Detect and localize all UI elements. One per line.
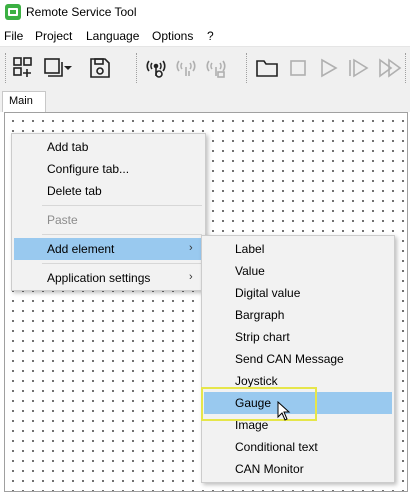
- submenu-item-can-monitor[interactable]: CAN Monitor: [204, 458, 392, 480]
- submenu-item-text: Digital value: [235, 286, 301, 300]
- signal-icon: [172, 55, 200, 81]
- menu-language[interactable]: Language: [86, 29, 139, 43]
- menu-item-application-settings[interactable]: Application settings ›: [14, 267, 203, 289]
- window-title: Remote Service Tool: [26, 5, 137, 19]
- highlight-callout: [201, 387, 317, 421]
- toolbar: [0, 46, 410, 88]
- menu-help[interactable]: ?: [207, 29, 214, 43]
- mouse-cursor-icon: [277, 401, 291, 421]
- menu-item-add-element[interactable]: Add element ›: [14, 238, 203, 260]
- menu-item-configure-tab[interactable]: Configure tab...: [14, 158, 203, 180]
- toolbar-separator: [5, 53, 6, 83]
- context-menu: Add tab Configure tab... Delete tab Past…: [11, 133, 206, 291]
- submenu-item-text: Joystick: [235, 374, 278, 388]
- menu-divider: [42, 205, 202, 206]
- submenu-item-value[interactable]: Value: [204, 260, 392, 282]
- menu-item-paste: Paste: [14, 209, 203, 231]
- tab-main[interactable]: Main: [2, 91, 46, 112]
- submenu-item-text: Conditional text: [235, 440, 318, 454]
- submenu-item-digital-value[interactable]: Digital value: [204, 282, 392, 304]
- submenu-item-text: Strip chart: [235, 330, 290, 344]
- toolbar-separator: [405, 53, 406, 83]
- toolbar-separator: [136, 53, 137, 83]
- menu-item-delete-tab[interactable]: Delete tab: [14, 180, 203, 202]
- tab-strip: Main: [0, 88, 410, 112]
- menu-divider: [42, 234, 202, 235]
- submenu-item-bargraph[interactable]: Bargraph: [204, 304, 392, 326]
- submenu-item-strip-chart[interactable]: Strip chart: [204, 326, 392, 348]
- submenu-item-text: Send CAN Message: [235, 352, 344, 366]
- menu-project[interactable]: Project: [35, 29, 72, 43]
- title-bar: Remote Service Tool: [0, 0, 410, 26]
- menu-file[interactable]: File: [4, 29, 23, 43]
- step-icon: [344, 55, 372, 81]
- submenu-item-text: Label: [235, 242, 265, 256]
- menu-item-label: Paste: [47, 213, 78, 227]
- menu-item-label: Add element: [47, 242, 115, 256]
- connect-icon[interactable]: [142, 55, 170, 81]
- fast-forward-icon: [376, 55, 404, 81]
- folder-icon[interactable]: [253, 55, 281, 81]
- submenu-item-send-can-message[interactable]: Send CAN Message: [204, 348, 392, 370]
- menu-options[interactable]: Options: [152, 29, 193, 43]
- dropdown-icon[interactable]: [62, 55, 74, 81]
- submenu-item-label[interactable]: Label: [204, 238, 392, 260]
- menu-item-label: Delete tab: [47, 184, 102, 198]
- submenu-item-text: Value: [235, 264, 265, 278]
- add-element-submenu: Label Value Digital value Bargraph Strip…: [201, 235, 395, 483]
- menu-item-label: Add tab: [47, 140, 89, 154]
- disconnect-icon: [202, 55, 230, 81]
- menu-item-add-tab[interactable]: Add tab: [14, 136, 203, 158]
- menu-item-label: Application settings: [47, 271, 151, 285]
- add-grid-icon[interactable]: [10, 55, 38, 81]
- chevron-right-icon: ›: [189, 242, 193, 254]
- app-icon: [5, 4, 21, 20]
- chevron-right-icon: ›: [189, 271, 193, 283]
- menu-divider: [42, 263, 202, 264]
- play-icon: [314, 55, 342, 81]
- menu-item-label: Configure tab...: [47, 162, 130, 176]
- submenu-item-conditional-text[interactable]: Conditional text: [204, 436, 392, 458]
- menu-bar: File Project Language Options ?: [0, 26, 410, 46]
- save-icon[interactable]: [86, 55, 114, 81]
- stop-icon: [284, 55, 312, 81]
- toolbar-separator: [246, 53, 247, 83]
- submenu-item-text: CAN Monitor: [235, 462, 304, 476]
- submenu-item-text: Bargraph: [235, 308, 285, 322]
